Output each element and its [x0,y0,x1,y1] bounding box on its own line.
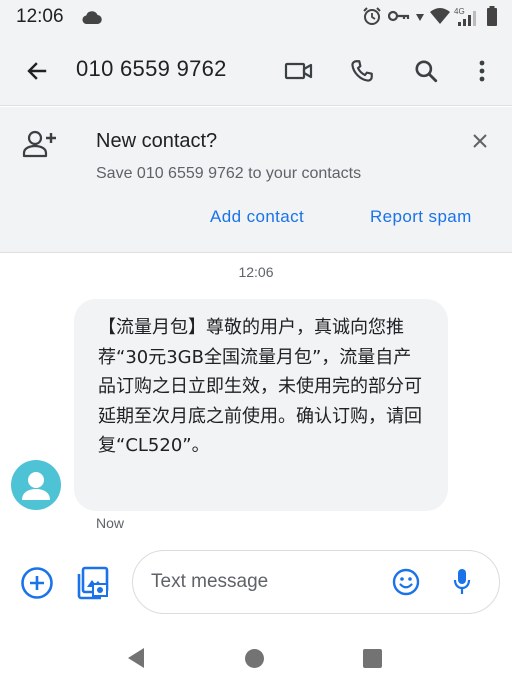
back-arrow-icon[interactable] [22,56,52,86]
message-timestamp: 12:06 [238,264,274,280]
banner-subtitle: Save 010 6559 9762 to your contacts [96,165,362,182]
network-type-label: 4G [454,7,465,16]
phone-icon[interactable] [346,55,378,87]
avatar[interactable] [11,460,61,510]
more-vert-icon[interactable] [466,55,498,87]
wifi-icon [430,7,450,29]
status-time: 12:06 [16,6,64,27]
cloud-icon [80,9,102,30]
status-icons: 4G [362,5,498,31]
nav-home-icon[interactable] [245,649,264,668]
report-spam-button[interactable]: Report spam [370,207,472,227]
thread-title: 010 6559 9762 [76,56,227,81]
compose-field [132,550,500,614]
media-gallery-icon[interactable] [76,565,112,601]
message-input[interactable] [151,568,371,596]
add-contact-button[interactable]: Add contact [210,207,304,227]
message-status: Now [96,515,125,531]
app-bar: 010 6559 9762 [0,36,512,106]
nav-back-icon[interactable] [126,647,146,674]
add-person-icon [22,129,58,164]
system-nav-bar [0,630,512,677]
search-icon[interactable] [410,55,442,87]
video-call-icon[interactable] [283,55,315,87]
add-circle-icon[interactable] [20,566,54,600]
key-icon [387,9,410,28]
signal-icon: 4G [454,7,480,27]
banner-title: New contact? [96,130,218,152]
battery-icon [486,5,498,31]
alarm-icon [362,6,382,31]
status-bar: 12:06 4G [0,0,512,36]
signal-small-icon [416,9,424,27]
message-text: 【流量月包】尊敬的用户，真诚向您推荐“30元3GB全国流量月包”，流量自产品订购… [98,317,422,456]
close-icon[interactable] [466,127,494,155]
emoji-icon[interactable] [391,567,421,597]
mic-icon[interactable] [447,566,477,598]
nav-recents-icon[interactable] [363,649,382,668]
message-bubble[interactable]: 【流量月包】尊敬的用户，真诚向您推荐“30元3GB全国流量月包”，流量自产品订购… [74,299,448,511]
person-icon [22,472,50,500]
new-contact-banner: New contact? Save 010 6559 9762 to your … [0,107,512,253]
